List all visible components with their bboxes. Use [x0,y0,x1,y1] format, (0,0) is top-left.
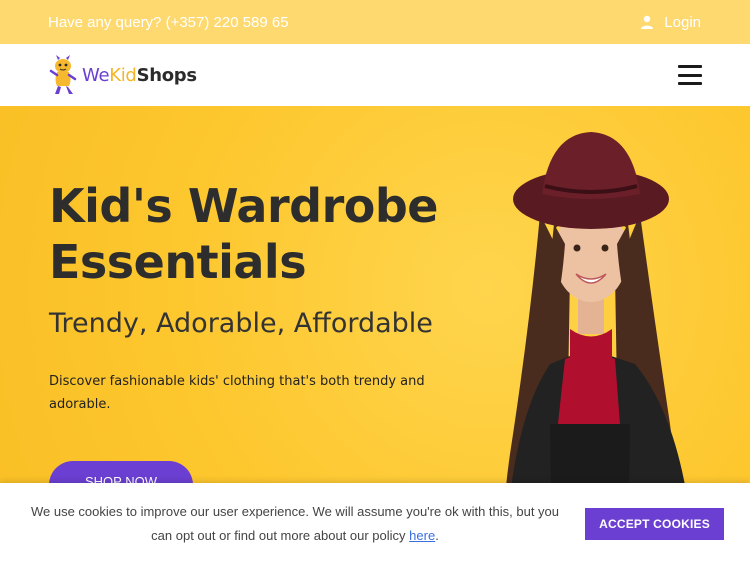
hero-title-line-2: Essentials [49,235,307,289]
site-logo[interactable]: WeKidShops [48,54,197,96]
cookie-message-period: . [435,528,439,543]
menu-line [678,65,702,68]
cookie-consent-banner: We use cookies to improve our user exper… [0,483,750,563]
menu-line [678,73,702,77]
kid-mascot-logo-icon [49,55,77,94]
logo-wordmark: WeKidShops [82,65,197,86]
cookie-message-text: We use cookies to improve our user exper… [30,504,560,543]
user-icon [641,15,654,29]
hamburger-menu-icon[interactable] [678,65,702,85]
contact-query-text: Have any query? (+357) 220 589 65 [48,13,289,31]
cookie-message: We use cookies to improve our user exper… [20,500,570,548]
logo-part-we: We [82,64,110,86]
hero-subtitle: Trendy, Adorable, Affordable [49,308,433,339]
main-navbar: WeKidShops [0,44,750,106]
menu-line [678,82,702,85]
login-label: Login [664,13,701,31]
logo-part-shops: Shops [136,64,198,86]
hero-title: Kid's Wardrobe Essentials [49,178,469,290]
hero-description: Discover fashionable kids' clothing that… [49,374,425,412]
hero-title-line-1: Kid's Wardrobe [49,179,439,233]
top-info-bar: Have any query? (+357) 220 589 65 Login [0,0,750,44]
logo-part-kid: Kid [109,64,137,86]
accept-cookies-button[interactable]: ACCEPT COOKIES [585,508,724,540]
login-link[interactable]: Login [640,14,701,31]
cookie-policy-link[interactable]: here [409,528,435,543]
